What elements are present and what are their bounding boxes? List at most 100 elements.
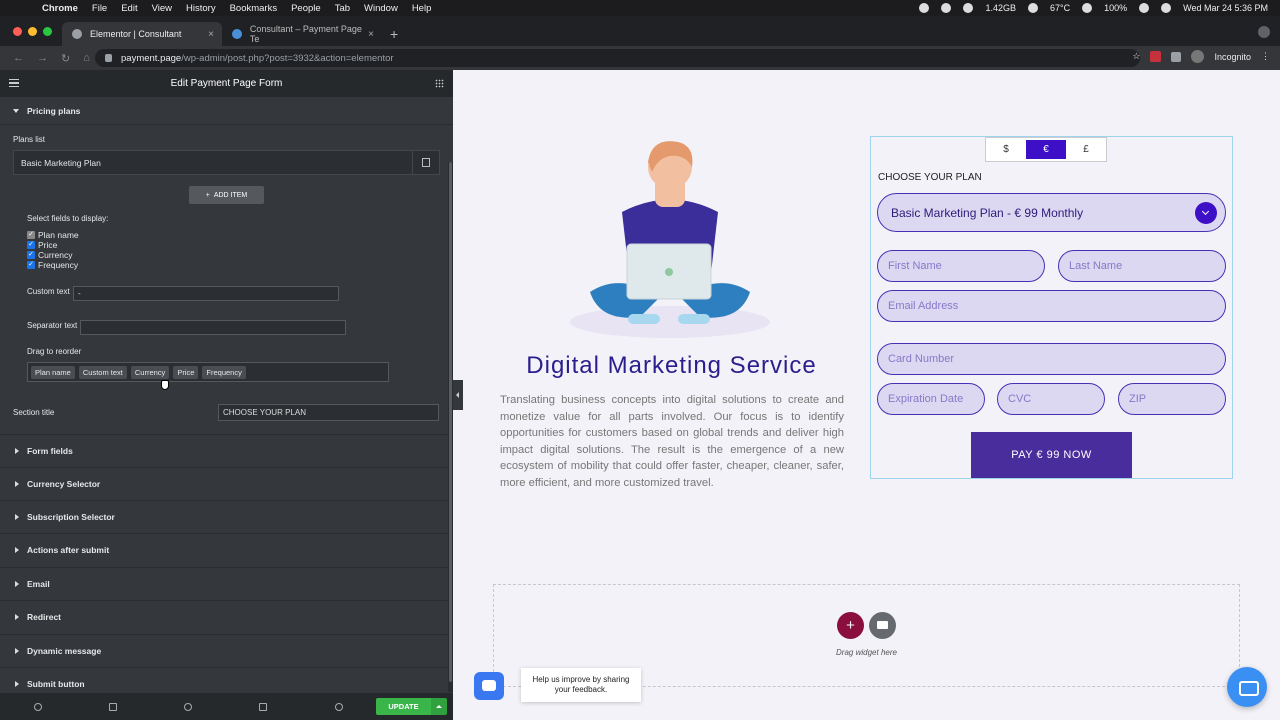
update-button[interactable]: UPDATE <box>376 698 431 715</box>
chevron-down-icon[interactable] <box>1195 202 1217 224</box>
chat-bubble-icon[interactable] <box>1227 667 1267 707</box>
section-actions-after-submit[interactable]: Actions after submit <box>0 533 448 565</box>
url-bar[interactable]: payment.page/wp-admin/post.php?post=3932… <box>95 49 1140 67</box>
currency-gbp[interactable]: £ <box>1066 138 1106 161</box>
cast-icon[interactable] <box>941 3 952 13</box>
home-icon[interactable]: ⌂ <box>83 52 90 64</box>
pay-button[interactable]: PAY € 99 NOW <box>971 432 1132 478</box>
bookmark-star-icon[interactable]: ☆ <box>1132 51 1140 62</box>
template-library-folder-icon[interactable] <box>869 612 896 639</box>
menu-bookmarks[interactable]: Bookmarks <box>230 3 278 14</box>
section-pricing-plans[interactable]: Pricing plans <box>0 97 453 125</box>
section-redirect[interactable]: Redirect <box>0 600 448 632</box>
separator-input[interactable] <box>80 320 346 335</box>
forward-icon[interactable]: → <box>37 52 48 64</box>
record-icon[interactable] <box>919 3 930 13</box>
reorder-pill[interactable]: Currency <box>130 365 170 379</box>
widgets-grid-icon[interactable] <box>435 79 444 88</box>
back-icon[interactable]: ← <box>13 52 24 64</box>
clock[interactable]: Wed Mar 24 5:36 PM <box>1183 3 1268 13</box>
checkbox-frequency[interactable]: ✓ Frequency <box>27 260 78 270</box>
spotlight-icon[interactable] <box>1161 3 1172 13</box>
cloud-icon[interactable] <box>1027 3 1038 13</box>
reload-icon[interactable]: ↻ <box>61 52 70 65</box>
zoom-window-icon[interactable] <box>43 27 52 36</box>
tab-elementor[interactable]: Elementor | Consultant × <box>62 22 222 46</box>
section-subscription-selector[interactable]: Subscription Selector <box>0 500 448 532</box>
caret-right-icon <box>15 680 19 687</box>
add-item-label: ADD ITEM <box>213 191 248 199</box>
panel-scrollbar[interactable] <box>448 162 453 692</box>
menu-view[interactable]: View <box>152 3 172 14</box>
reorder-pill[interactable]: Frequency <box>202 365 246 379</box>
menu-people[interactable]: People <box>291 3 321 14</box>
profile-label[interactable]: Incognito <box>1214 52 1251 62</box>
plan-select-value: Basic Marketing Plan - € 99 Monthly <box>891 205 1084 220</box>
section-label: Dynamic message <box>27 645 102 656</box>
person-with-laptop-illustration <box>570 141 770 338</box>
custom-text-input[interactable]: - <box>73 286 339 301</box>
close-tab-icon[interactable]: × <box>208 29 214 40</box>
section-title-input[interactable]: CHOOSE YOUR PLAN <box>218 404 439 421</box>
add-item-button[interactable]: + ADD ITEM <box>189 186 264 204</box>
plans-list-label: Plans list <box>13 135 46 144</box>
extension-icon[interactable] <box>1150 51 1162 62</box>
cvc-input[interactable]: CVC <box>997 383 1105 415</box>
panel-collapse-toggle[interactable] <box>453 380 463 410</box>
reorder-pill[interactable]: Custom text <box>78 365 127 379</box>
menu-window[interactable]: Window <box>364 3 398 14</box>
responsive-mode-icon[interactable] <box>259 703 267 711</box>
history-icon[interactable] <box>184 703 192 711</box>
browser-menu-icon[interactable]: ⋮ <box>1261 51 1270 62</box>
section-email[interactable]: Email <box>0 567 448 599</box>
hamburger-menu-icon[interactable] <box>9 79 19 87</box>
card-number-input[interactable]: Card Number <box>877 343 1226 375</box>
extensions-puzzle-icon[interactable] <box>1171 51 1182 62</box>
feedback-tooltip[interactable]: Help us improve by sharing your feedback… <box>521 668 641 702</box>
expiration-date-input[interactable]: Expiration Date <box>877 383 985 415</box>
section-dynamic-message[interactable]: Dynamic message <box>0 634 448 666</box>
reorder-pill[interactable]: Price <box>173 365 199 379</box>
reorder-pill[interactable]: Plan name <box>31 365 75 379</box>
tab-consultant[interactable]: Consultant – Payment Page Te × <box>222 22 382 46</box>
dropbox-icon[interactable] <box>963 3 974 13</box>
choose-plan-title: CHOOSE YOUR PLAN <box>878 172 982 183</box>
checkbox-plan-name[interactable]: ✓ Plan name <box>27 230 79 240</box>
menu-tab[interactable]: Tab <box>335 3 350 14</box>
update-options-icon[interactable] <box>431 698 447 715</box>
section-currency-selector[interactable]: Currency Selector <box>0 467 448 499</box>
lock-icon[interactable] <box>105 54 112 62</box>
checkbox-currency[interactable]: ✓ Currency <box>27 250 72 260</box>
zip-input[interactable]: ZIP <box>1118 383 1226 415</box>
currency-eur[interactable]: € <box>1026 140 1066 159</box>
plan-item-row[interactable]: Basic Marketing Plan <box>13 150 440 175</box>
plan-select[interactable]: Basic Marketing Plan - € 99 Monthly <box>877 193 1226 232</box>
close-tab-icon[interactable]: × <box>368 29 374 40</box>
menu-app-name[interactable]: Chrome <box>42 3 78 14</box>
checkbox-price[interactable]: ✓ Price <box>27 240 57 250</box>
close-window-icon[interactable] <box>13 27 22 36</box>
menu-help[interactable]: Help <box>412 3 432 14</box>
duplicate-icon[interactable] <box>412 151 439 174</box>
menu-file[interactable]: File <box>92 3 107 14</box>
preview-eye-icon[interactable] <box>335 703 343 711</box>
currency-usd[interactable]: $ <box>986 138 1026 161</box>
last-name-input[interactable]: Last Name <box>1058 250 1226 282</box>
first-name-input[interactable]: First Name <box>877 250 1045 282</box>
minimize-window-icon[interactable] <box>28 27 37 36</box>
navigator-layers-icon[interactable] <box>109 703 117 711</box>
email-input[interactable]: Email Address <box>877 290 1226 322</box>
feedback-bot-icon[interactable] <box>474 672 504 700</box>
wifi-icon[interactable] <box>1139 3 1150 13</box>
scroll-thumb[interactable] <box>449 162 452 682</box>
menu-edit[interactable]: Edit <box>121 3 137 14</box>
section-form-fields[interactable]: Form fields <box>0 434 448 466</box>
bluetooth-icon[interactable] <box>1082 3 1093 13</box>
tab-search-icon[interactable] <box>1258 26 1270 38</box>
add-section-plus-icon[interactable]: + <box>837 612 864 639</box>
incognito-avatar-icon[interactable] <box>1191 50 1205 63</box>
menu-history[interactable]: History <box>186 3 216 14</box>
new-tab-icon[interactable]: + <box>390 26 398 42</box>
check-icon: ✓ <box>27 231 35 239</box>
settings-gear-icon[interactable] <box>34 703 42 711</box>
